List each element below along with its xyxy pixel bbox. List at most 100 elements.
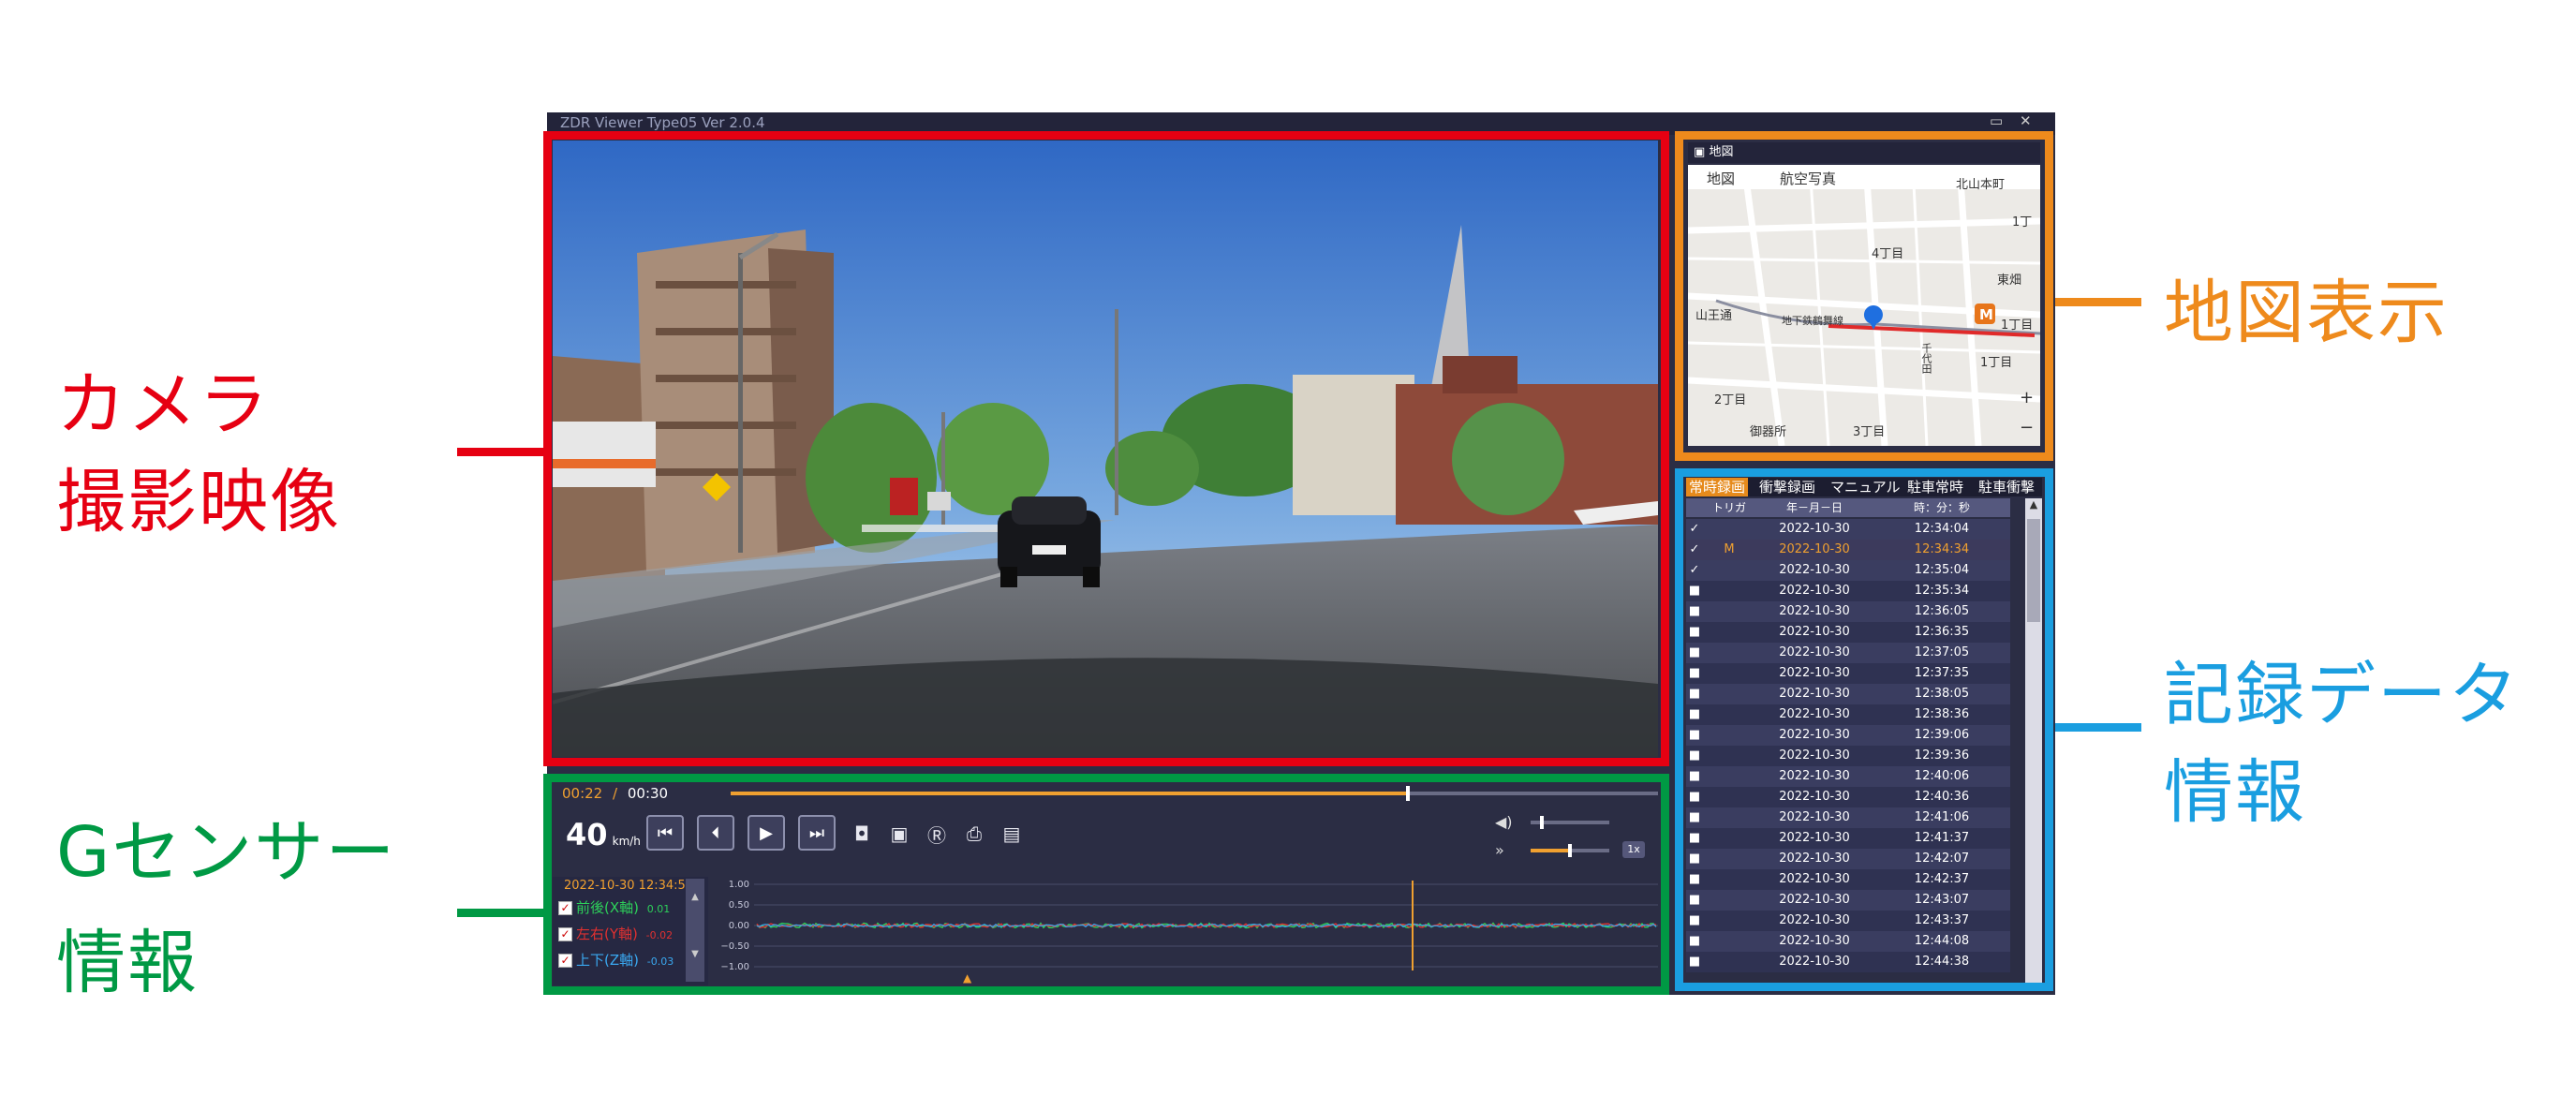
row-checkbox[interactable]: ■: [1688, 581, 1701, 601]
table-row[interactable]: ✓ 2022-10-30 12:34:04: [1686, 519, 2010, 540]
axis-row-z[interactable]: ✓ 上下(Z軸) -0.03: [558, 950, 674, 970]
row-checkbox[interactable]: ■: [1688, 746, 1701, 766]
table-row[interactable]: ■ 2022-10-30 12:38:36: [1686, 704, 2010, 725]
axis-row-y[interactable]: ✓ 左右(Y軸) -0.02: [558, 924, 673, 944]
row-checkbox[interactable]: ■: [1688, 622, 1701, 643]
fast-forward-icon[interactable]: »: [1495, 841, 1504, 859]
table-row[interactable]: ■ 2022-10-30 12:43:07: [1686, 890, 2010, 911]
prev-frame-icon[interactable]: ⏴: [697, 815, 734, 851]
row-checkbox[interactable]: ■: [1688, 952, 1701, 972]
skip-back-icon[interactable]: ⏮: [646, 815, 684, 851]
tab-parking-impact[interactable]: 駐車衝撃: [1978, 478, 2035, 496]
table-row[interactable]: ■ 2022-10-30 12:39:36: [1686, 746, 2010, 766]
tab-parking-continuous[interactable]: 駐車常時: [1907, 478, 1963, 496]
row-checkbox[interactable]: ■: [1688, 911, 1701, 931]
table-row[interactable]: ■ 2022-10-30 12:43:37: [1686, 911, 2010, 931]
map-tab-aerial[interactable]: 航空写真: [1780, 169, 1836, 188]
row-checkbox[interactable]: ■: [1688, 931, 1701, 952]
row-date: 2022-10-30: [1779, 584, 1850, 598]
tab-manual[interactable]: マニュアル: [1830, 478, 1901, 496]
volume-icon[interactable]: ◀): [1495, 813, 1513, 831]
map-zoom-in-button[interactable]: +: [2020, 388, 2034, 407]
table-row[interactable]: ■ 2022-10-30 12:37:35: [1686, 663, 2010, 684]
row-checkbox[interactable]: ■: [1688, 684, 1701, 704]
table-row[interactable]: ■ 2022-10-30 12:40:36: [1686, 787, 2010, 807]
camera-video[interactable]: [553, 141, 1658, 757]
row-checkbox[interactable]: ■: [1688, 828, 1701, 849]
table-row[interactable]: ■ 2022-10-30 12:36:05: [1686, 601, 2010, 622]
print-icon[interactable]: ⎙: [961, 821, 987, 847]
video-icon[interactable]: ▣: [886, 821, 912, 847]
axis-z-checkbox[interactable]: ✓: [558, 954, 572, 968]
camera-icon[interactable]: ◘: [849, 821, 875, 847]
row-checkbox[interactable]: ■: [1688, 869, 1701, 890]
gsensor-chart[interactable]: 1.00 0.50 0.00 −0.50 −1.00 ▲: [712, 877, 1658, 985]
row-time: 12:43:07: [1914, 893, 1970, 907]
axis-x-checkbox[interactable]: ✓: [558, 901, 572, 915]
map-zoom-out-button[interactable]: −: [2020, 418, 2034, 437]
table-row[interactable]: ✓ M 2022-10-30 12:34:34: [1686, 540, 2010, 560]
col-date[interactable]: 年－月－日: [1755, 498, 1873, 517]
col-trigger[interactable]: トリガ: [1707, 498, 1752, 517]
map-tab-map[interactable]: 地図: [1707, 169, 1735, 188]
row-trigger: [1707, 869, 1752, 890]
table-row[interactable]: ■ 2022-10-30 12:36:35: [1686, 622, 2010, 643]
row-checkbox[interactable]: ■: [1688, 807, 1701, 828]
axis-y-checkbox[interactable]: ✓: [558, 927, 572, 941]
row-checkbox[interactable]: ■: [1688, 890, 1701, 911]
close-icon[interactable]: ✕: [2020, 112, 2032, 129]
camera-connector: [457, 448, 543, 456]
tab-impact[interactable]: 衝撃録画: [1759, 478, 1815, 496]
folder-icon[interactable]: ▤: [999, 821, 1025, 847]
table-row[interactable]: ■ 2022-10-30 12:35:34: [1686, 581, 2010, 601]
col-time[interactable]: 時：分：秒: [1877, 498, 2006, 517]
row-date: 2022-10-30: [1779, 769, 1850, 783]
row-checkbox[interactable]: ✓: [1688, 519, 1701, 540]
table-row[interactable]: ■ 2022-10-30 12:44:38: [1686, 952, 2010, 972]
axis-y-value: -0.02: [645, 929, 674, 941]
table-row[interactable]: ■ 2022-10-30 12:41:06: [1686, 807, 2010, 828]
table-row[interactable]: ■ 2022-10-30 12:37:05: [1686, 643, 2010, 663]
play-icon[interactable]: ▶: [748, 815, 785, 851]
row-time: 12:36:05: [1914, 604, 1970, 618]
volume-slider[interactable]: [1531, 816, 1609, 829]
playback-speed-slider[interactable]: [1531, 844, 1609, 857]
row-checkbox[interactable]: ■: [1688, 663, 1701, 684]
row-checkbox[interactable]: ■: [1688, 787, 1701, 807]
rear-camera-icon[interactable]: Ⓡ: [924, 821, 950, 847]
row-checkbox[interactable]: ■: [1688, 643, 1701, 663]
row-checkbox[interactable]: ✓: [1688, 560, 1701, 581]
table-row[interactable]: ✓ 2022-10-30 12:35:04: [1686, 560, 2010, 581]
table-row[interactable]: ■ 2022-10-30 12:38:05: [1686, 684, 2010, 704]
axis-row-x[interactable]: ✓ 前後(X軸) 0.01: [558, 897, 670, 918]
table-row[interactable]: ■ 2022-10-30 12:40:06: [1686, 766, 2010, 787]
table-row[interactable]: ■ 2022-10-30 12:41:37: [1686, 828, 2010, 849]
skip-forward-icon[interactable]: ⏭: [798, 815, 836, 851]
row-checkbox[interactable]: ✓: [1688, 540, 1701, 560]
record-scroll-up-icon[interactable]: ▲: [2025, 498, 2042, 511]
minimize-icon[interactable]: ▭: [1990, 112, 2003, 129]
row-checkbox[interactable]: ■: [1688, 766, 1701, 787]
seek-bar-thumb[interactable]: [1405, 786, 1410, 801]
row-checkbox[interactable]: ■: [1688, 849, 1701, 869]
row-checkbox[interactable]: ■: [1688, 725, 1701, 746]
seek-bar[interactable]: [731, 786, 1658, 801]
table-row[interactable]: ■ 2022-10-30 12:42:37: [1686, 869, 2010, 890]
row-checkbox[interactable]: ■: [1688, 704, 1701, 725]
table-row[interactable]: ■ 2022-10-30 12:39:06: [1686, 725, 2010, 746]
volume-thumb[interactable]: [1540, 816, 1544, 829]
window-titlebar: ZDR Viewer Type05 Ver 2.0.4 ▭ ✕: [547, 112, 2055, 135]
table-row[interactable]: ■ 2022-10-30 12:42:07: [1686, 849, 2010, 869]
table-row[interactable]: ■ 2022-10-30 12:44:08: [1686, 931, 2010, 952]
legend-scrollbar[interactable]: ▲ ▼: [686, 879, 704, 982]
row-date: 2022-10-30: [1779, 707, 1850, 721]
svg-text:M: M: [1979, 306, 1993, 323]
tab-continuous[interactable]: 常時録画: [1686, 478, 1749, 496]
record-scroll-thumb[interactable]: [2027, 519, 2040, 622]
scroll-up-icon[interactable]: ▲: [686, 892, 704, 902]
row-checkbox[interactable]: ■: [1688, 601, 1701, 622]
record-table-scrollbar[interactable]: ▲: [2025, 498, 2042, 985]
map-canvas[interactable]: M 地図 航空写真 北山本町 1丁 4丁目 東畑 山王通 地下鉄鶴舞線 1丁目 …: [1688, 165, 2040, 446]
playback-speed-thumb[interactable]: [1568, 844, 1572, 857]
scroll-down-icon[interactable]: ▼: [686, 949, 704, 959]
